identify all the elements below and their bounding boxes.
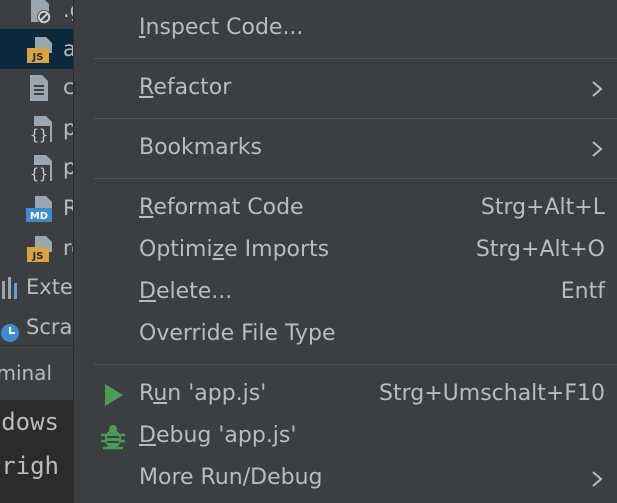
menu-item-optimize-imports[interactable]: Optimize Imports Strg+Alt+O [74, 231, 617, 271]
menu-item-label: More Run/Debug [139, 465, 323, 490]
svg-text:{}: {} [30, 165, 48, 183]
tree-item-gitignore[interactable]: .g [0, 0, 73, 30]
menu-item-reformat-code[interactable]: Reformat Code Strg+Alt+L [74, 189, 617, 229]
tree-item-app-js[interactable]: JS a [0, 29, 73, 69]
tree-item-json-1[interactable]: {} p [0, 108, 73, 148]
menu-item-label: Debug 'app.js' [139, 423, 297, 448]
chevron-right-icon [592, 141, 603, 157]
menu-item-label: Run 'app.js' [139, 381, 267, 406]
menu-item-label: Override File Type [139, 321, 336, 346]
json-file-icon: {} [28, 155, 52, 183]
menu-item-refactor[interactable]: Refactor [74, 69, 617, 109]
json-file-icon: {} [28, 116, 52, 144]
chevron-right-icon [592, 81, 603, 97]
menu-item-shortcut: Strg+Alt+O [475, 237, 605, 262]
menu-item-label: Inspect Code... [139, 15, 304, 40]
menu-item-inspect-code[interactable]: Inspect Code... [74, 9, 617, 49]
js-file-icon: JS [27, 37, 52, 63]
menu-item-bookmarks[interactable]: Bookmarks [74, 129, 617, 169]
menu-separator [94, 58, 617, 59]
tree-item-js-2[interactable]: JS re [0, 228, 73, 268]
tree-item-label: Scrat [26, 315, 73, 339]
menu-item-shortcut: Strg+Umschalt+F10 [379, 381, 605, 406]
terminal-title: minal: [0, 361, 52, 385]
menu-item-label: Optimize Imports [139, 237, 330, 262]
svg-text:{}: {} [30, 126, 48, 144]
menu-separator [94, 118, 617, 119]
tree-item-scratches[interactable]: Scrat [0, 307, 73, 345]
tree-item-external-libraries[interactable]: Exter [0, 267, 73, 307]
run-icon [105, 384, 123, 406]
tree-item-label: p [63, 155, 73, 179]
project-tree: .g JS a c {} p {} p [0, 0, 73, 345]
tree-item-text-file[interactable]: c [0, 67, 73, 107]
context-menu: Inspect Code... Refactor Bookmarks Refor… [73, 0, 617, 503]
terminal-line: yrigh [0, 452, 59, 480]
terminal-output[interactable]: dows yrigh [0, 400, 73, 503]
menu-item-override-file-type[interactable]: Override File Type [74, 315, 617, 355]
markdown-file-icon: MD [26, 196, 52, 222]
menu-item-delete[interactable]: Delete... Entf [74, 273, 617, 313]
tree-item-label: R [63, 196, 73, 220]
tree-item-label: re [63, 236, 73, 260]
tree-item-json-2[interactable]: {} p [0, 147, 73, 187]
tree-item-label: c [63, 75, 73, 99]
svg-text:JS: JS [32, 52, 44, 63]
menu-separator [94, 178, 617, 179]
menu-item-run[interactable]: Run 'app.js' Strg+Umschalt+F10 [74, 375, 617, 415]
menu-item-shortcut: Strg+Alt+L [480, 195, 605, 220]
tree-item-label: .g [63, 0, 73, 22]
menu-separator [94, 364, 617, 365]
tree-item-label: a [63, 37, 73, 61]
js-file-icon: JS [27, 236, 52, 262]
text-file-icon [30, 75, 48, 101]
menu-item-shortcut: Entf [560, 279, 605, 304]
chevron-right-icon [592, 471, 603, 487]
debug-icon [101, 425, 125, 450]
menu-item-more-run-debug[interactable]: More Run/Debug [74, 459, 617, 499]
svg-text:JS: JS [32, 251, 44, 262]
menu-item-label: Reformat Code [139, 195, 304, 220]
svg-text:MD: MD [30, 211, 48, 222]
tree-item-readme[interactable]: MD R [0, 188, 73, 228]
menu-item-label: Refactor [139, 75, 232, 100]
menu-item-debug[interactable]: Debug 'app.js' [74, 417, 617, 457]
tree-item-label: Exter [26, 275, 73, 299]
menu-item-label: Bookmarks [139, 135, 262, 160]
terminal-line: dows [1, 408, 59, 436]
ignored-file-icon [31, 0, 51, 24]
menu-item-label: Delete... [139, 279, 233, 304]
terminal-header: minal: [0, 345, 73, 401]
tree-item-label: p [63, 116, 73, 140]
